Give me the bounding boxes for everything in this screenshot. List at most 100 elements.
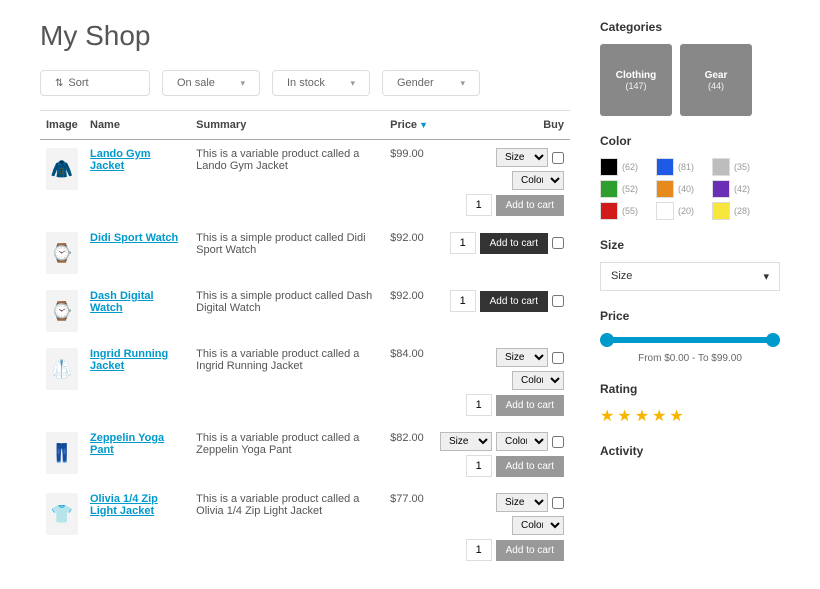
star-icon[interactable]: ★	[617, 406, 631, 426]
add-to-cart-button[interactable]: Add to cart	[480, 233, 548, 254]
gender-filter[interactable]: Gender ▾	[382, 70, 480, 96]
size-select[interactable]: Size	[496, 493, 548, 512]
col-name[interactable]: Name	[84, 111, 190, 140]
table-row: ⌚ Dash Digital Watch This is a simple pr…	[40, 282, 570, 340]
product-link[interactable]: Lando Gym Jacket	[90, 148, 151, 172]
size-select[interactable]: Size	[496, 348, 548, 367]
color-swatch[interactable]	[600, 202, 618, 220]
color-filter-item: (28)	[712, 202, 758, 220]
add-to-cart-button[interactable]: Add to cart	[496, 395, 564, 416]
add-to-cart-button[interactable]: Add to cart	[496, 456, 564, 477]
product-thumbnail[interactable]: 👕	[46, 493, 78, 535]
price-slider[interactable]	[604, 337, 776, 343]
qty-input[interactable]	[466, 539, 492, 561]
color-select[interactable]: Color	[512, 516, 564, 535]
product-price: $82.00	[384, 424, 434, 485]
product-summary: This is a simple product called Dash Dig…	[190, 282, 384, 340]
category-card[interactable]: Gear(44)	[680, 44, 752, 116]
add-to-cart-button[interactable]: Add to cart	[496, 195, 564, 216]
color-count: (52)	[622, 184, 638, 194]
onsale-filter[interactable]: On sale ▾	[162, 70, 260, 96]
color-select[interactable]: Color	[512, 371, 564, 390]
color-swatch[interactable]	[712, 158, 730, 176]
product-link[interactable]: Zeppelin Yoga Pant	[90, 432, 164, 456]
product-price: $92.00	[384, 282, 434, 340]
star-icon[interactable]: ★	[635, 406, 649, 426]
category-name: Clothing	[616, 70, 657, 81]
star-icon[interactable]: ★	[600, 406, 614, 426]
color-filter-item: (81)	[656, 158, 702, 176]
col-price[interactable]: Price▼	[384, 111, 434, 140]
sort-desc-icon: ▼	[419, 120, 428, 130]
color-count: (42)	[734, 184, 750, 194]
color-swatch[interactable]	[656, 202, 674, 220]
color-swatch[interactable]	[656, 180, 674, 198]
color-swatch[interactable]	[712, 180, 730, 198]
size-select[interactable]: Size ▾	[600, 262, 780, 291]
sidebar: Categories Clothing(147)Gear(44) Color (…	[600, 20, 780, 569]
category-count: (147)	[625, 81, 646, 91]
product-link[interactable]: Didi Sport Watch	[90, 232, 178, 244]
color-filter-item: (35)	[712, 158, 758, 176]
col-image: Image	[40, 111, 84, 140]
compare-checkbox[interactable]	[552, 152, 564, 164]
product-summary: This is a variable product called a Oliv…	[190, 485, 384, 569]
rating-stars[interactable]: ★ ★ ★ ★ ★	[600, 406, 780, 426]
sort-label: Sort	[68, 77, 88, 89]
qty-input[interactable]	[466, 455, 492, 477]
size-select[interactable]: Size	[440, 432, 492, 451]
color-filter-item: (62)	[600, 158, 646, 176]
product-thumbnail[interactable]: ⌚	[46, 232, 78, 274]
col-summary: Summary	[190, 111, 384, 140]
table-row: 👕 Olivia 1/4 Zip Light Jacket This is a …	[40, 485, 570, 569]
product-price: $84.00	[384, 340, 434, 424]
product-thumbnail[interactable]: 🥼	[46, 348, 78, 390]
sort-button[interactable]: Sort	[40, 70, 150, 96]
color-count: (28)	[734, 206, 750, 216]
table-row: 🥼 Ingrid Running Jacket This is a variab…	[40, 340, 570, 424]
star-icon[interactable]: ★	[652, 406, 666, 426]
categories-heading: Categories	[600, 20, 780, 34]
compare-checkbox[interactable]	[552, 352, 564, 364]
color-swatch[interactable]	[600, 158, 618, 176]
slider-handle-max[interactable]	[766, 333, 780, 347]
add-to-cart-button[interactable]: Add to cart	[496, 540, 564, 561]
color-count: (20)	[678, 206, 694, 216]
product-thumbnail[interactable]: ⌚	[46, 290, 78, 332]
instock-filter[interactable]: In stock ▾	[272, 70, 370, 96]
chevron-down-icon: ▾	[350, 78, 355, 89]
color-select[interactable]: Color	[512, 171, 564, 190]
slider-handle-min[interactable]	[600, 333, 614, 347]
size-select[interactable]: Size	[496, 148, 548, 167]
table-row: 🧥 Lando Gym Jacket This is a variable pr…	[40, 140, 570, 225]
filter-bar: Sort On sale ▾ In stock ▾ Gender ▾	[40, 70, 570, 96]
product-link[interactable]: Dash Digital Watch	[90, 290, 154, 314]
qty-input[interactable]	[466, 394, 492, 416]
product-link[interactable]: Ingrid Running Jacket	[90, 348, 168, 372]
color-count: (55)	[622, 206, 638, 216]
product-price: $77.00	[384, 485, 434, 569]
product-thumbnail[interactable]: 👖	[46, 432, 78, 474]
compare-checkbox[interactable]	[552, 237, 564, 249]
qty-input[interactable]	[450, 290, 476, 312]
color-swatch[interactable]	[600, 180, 618, 198]
color-swatch[interactable]	[712, 202, 730, 220]
color-select[interactable]: Color	[496, 432, 548, 451]
qty-input[interactable]	[450, 232, 476, 254]
product-link[interactable]: Olivia 1/4 Zip Light Jacket	[90, 493, 158, 517]
category-card[interactable]: Clothing(147)	[600, 44, 672, 116]
color-count: (81)	[678, 162, 694, 172]
color-swatch[interactable]	[656, 158, 674, 176]
color-filter-item: (20)	[656, 202, 702, 220]
color-count: (40)	[678, 184, 694, 194]
color-filter-item: (42)	[712, 180, 758, 198]
compare-checkbox[interactable]	[552, 295, 564, 307]
qty-input[interactable]	[466, 194, 492, 216]
compare-checkbox[interactable]	[552, 436, 564, 448]
activity-heading: Activity	[600, 444, 780, 458]
add-to-cart-button[interactable]: Add to cart	[480, 291, 548, 312]
compare-checkbox[interactable]	[552, 497, 564, 509]
chevron-down-icon: ▾	[460, 78, 465, 89]
product-thumbnail[interactable]: 🧥	[46, 148, 78, 190]
star-icon[interactable]: ★	[669, 406, 683, 426]
